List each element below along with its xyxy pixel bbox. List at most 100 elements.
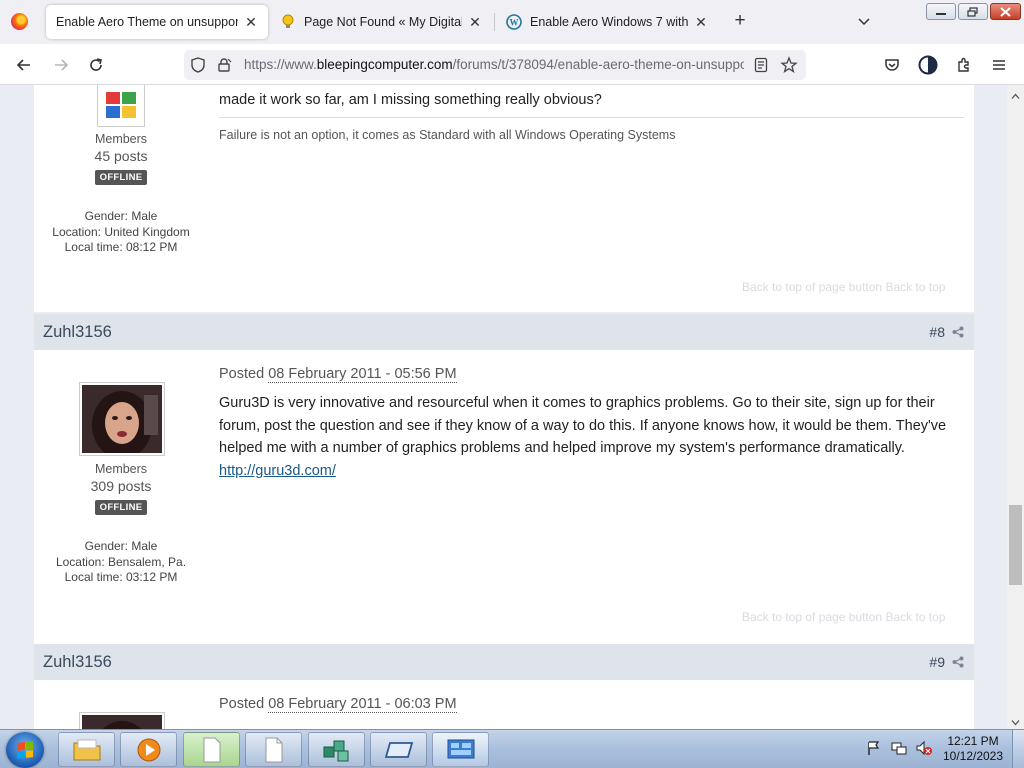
- extensions-icon[interactable]: [953, 54, 975, 76]
- post-number[interactable]: #8: [929, 324, 945, 340]
- network-icon[interactable]: [891, 740, 907, 756]
- tab-page-not-found[interactable]: Page Not Found « My Digital Life ✕: [270, 5, 492, 39]
- wordpress-icon: W: [506, 14, 522, 30]
- previous-post-author-info: Members 45 posts OFFLINE Gender: Male Lo…: [34, 132, 208, 256]
- member-location: Location: Bensalem, Pa.: [55, 554, 187, 569]
- post-header: Zuhl3156 #9: [34, 644, 974, 680]
- post-date-line: Posted 08 February 2011 - 06:03 PM: [219, 696, 964, 713]
- tab-title: Enable Aero Windows 7 with Re: [530, 15, 688, 29]
- url-domain: bleepingcomputer.com: [316, 57, 453, 72]
- tab-title: Enable Aero Theme on unsupported: [56, 15, 238, 29]
- post-date[interactable]: 08 February 2011 - 05:56 PM: [268, 366, 457, 383]
- page-viewport: Members 45 posts OFFLINE Gender: Male Lo…: [0, 85, 1007, 729]
- post-header: Zuhl3156 #8: [34, 314, 974, 350]
- menu-icon[interactable]: [988, 54, 1010, 76]
- taskbar-media-player-button[interactable]: [120, 732, 177, 767]
- url-text[interactable]: https://www.bleepingcomputer.com/forums/…: [244, 57, 744, 72]
- back-arrow-icon[interactable]: [13, 54, 35, 76]
- share-icon[interactable]: [952, 656, 964, 668]
- close-icon[interactable]: ✕: [244, 14, 258, 31]
- post-count: 309 posts: [90, 478, 152, 494]
- tab-enable-aero-windows7[interactable]: W Enable Aero Windows 7 with Re ✕: [496, 5, 718, 39]
- window-controls: [926, 3, 1021, 20]
- bookmark-star-icon[interactable]: [780, 56, 798, 74]
- show-desktop-button[interactable]: [1012, 730, 1024, 768]
- post-author[interactable]: Zuhl3156: [43, 323, 112, 342]
- system-clock[interactable]: 12:21 PM 10/12/2023: [940, 734, 1006, 764]
- signature-divider: [219, 117, 964, 118]
- post-number[interactable]: #9: [929, 654, 945, 670]
- start-button[interactable]: [6, 732, 44, 768]
- restore-button[interactable]: [958, 3, 988, 20]
- url-prefix: https://www.: [244, 57, 317, 72]
- clock-date: 10/12/2023: [942, 749, 1004, 763]
- taskbar-app-button[interactable]: [370, 732, 427, 767]
- guru3d-link[interactable]: http://guru3d.com/: [219, 463, 336, 479]
- member-local-time: Local time: 03:12 PM: [64, 570, 178, 584]
- back-to-top-link[interactable]: Back to top of page button Back to top: [742, 610, 945, 624]
- post-count: 45 posts: [94, 148, 148, 164]
- member-details: Gender: Male Location: United Kingdom Lo…: [34, 209, 208, 256]
- close-window-button[interactable]: [990, 3, 1021, 20]
- svg-text:W: W: [510, 18, 519, 28]
- avatar: [97, 85, 145, 127]
- avatar[interactable]: [79, 382, 165, 459]
- account-icon[interactable]: [917, 54, 939, 76]
- volume-muted-icon[interactable]: [915, 740, 932, 756]
- tracking-shield-icon[interactable]: [189, 56, 207, 74]
- member-local-time: Local time: 08:12 PM: [64, 240, 178, 254]
- scrollbar-thumb[interactable]: [1009, 505, 1022, 585]
- post-author-info: Members 309 posts OFFLINE Gender: Male L…: [34, 462, 208, 586]
- taskbar-document-button[interactable]: [245, 732, 302, 767]
- avatar[interactable]: [79, 712, 165, 729]
- close-icon[interactable]: ✕: [468, 14, 482, 31]
- member-location: Location: United Kingdom: [52, 224, 190, 239]
- member-gender: Gender: Male: [84, 539, 158, 553]
- tab-title: Page Not Found « My Digital Life: [304, 15, 462, 29]
- minimize-button[interactable]: [926, 3, 956, 20]
- clock-time: 12:21 PM: [947, 734, 999, 748]
- windows-logo-icon: [17, 741, 33, 759]
- taskbar-network-button[interactable]: [308, 732, 365, 767]
- url-path: /forums/t/378094/enable-aero-theme-on-un…: [452, 57, 744, 72]
- status-badge: OFFLINE: [94, 170, 148, 185]
- signature: Failure is not an option, it comes as St…: [219, 128, 676, 142]
- close-icon[interactable]: ✕: [694, 14, 708, 31]
- post-author[interactable]: Zuhl3156: [43, 653, 112, 672]
- forward-arrow-icon[interactable]: [50, 54, 72, 76]
- taskbar: 12:21 PM 10/12/2023: [0, 729, 1024, 768]
- back-to-top-link[interactable]: Back to top of page button Back to top: [742, 280, 945, 294]
- taskbar-explorer-button[interactable]: [58, 732, 115, 767]
- lock-icon[interactable]: [215, 56, 233, 74]
- post-text: Guru3D is very innovative and resourcefu…: [219, 395, 947, 456]
- tab-strip: Enable Aero Theme on unsupported ✕ Page …: [0, 0, 1024, 44]
- url-bar[interactable]: https://www.bleepingcomputer.com/forums/…: [184, 50, 806, 80]
- vertical-scrollbar[interactable]: [1007, 85, 1024, 729]
- post-text: made it work so far, am I missing someth…: [219, 92, 602, 108]
- pocket-icon[interactable]: [881, 54, 903, 76]
- posted-label: Posted: [219, 696, 265, 712]
- member-rank: Members: [94, 132, 148, 146]
- member-rank: Members: [94, 462, 148, 476]
- reload-icon[interactable]: [85, 54, 107, 76]
- navigation-toolbar: https://www.bleepingcomputer.com/forums/…: [0, 44, 1024, 85]
- post-date-line: Posted 08 February 2011 - 05:56 PM: [219, 366, 964, 383]
- member-gender: Gender: Male: [84, 209, 158, 223]
- action-center-flag-icon[interactable]: [866, 740, 882, 756]
- taskbar-notepad-button[interactable]: [183, 732, 240, 767]
- post-date[interactable]: 08 February 2011 - 06:03 PM: [268, 696, 457, 713]
- post-content: Guru3D is very innovative and resourcefu…: [219, 392, 964, 482]
- tab-separator: [494, 13, 495, 31]
- status-badge: OFFLINE: [94, 500, 148, 515]
- reader-view-icon[interactable]: [752, 56, 770, 74]
- firefox-logo-icon[interactable]: [11, 13, 28, 30]
- share-icon[interactable]: [952, 326, 964, 338]
- scroll-down-arrow-icon[interactable]: [1011, 715, 1020, 726]
- chevron-down-icon[interactable]: [855, 12, 873, 30]
- scroll-up-arrow-icon[interactable]: [1011, 89, 1020, 99]
- posted-label: Posted: [219, 366, 265, 382]
- member-details: Gender: Male Location: Bensalem, Pa. Loc…: [34, 539, 208, 586]
- new-tab-button[interactable]: +: [730, 10, 750, 32]
- taskbar-control-panel-button[interactable]: [432, 732, 489, 767]
- tab-enable-aero-theme[interactable]: Enable Aero Theme on unsupported ✕: [46, 5, 268, 39]
